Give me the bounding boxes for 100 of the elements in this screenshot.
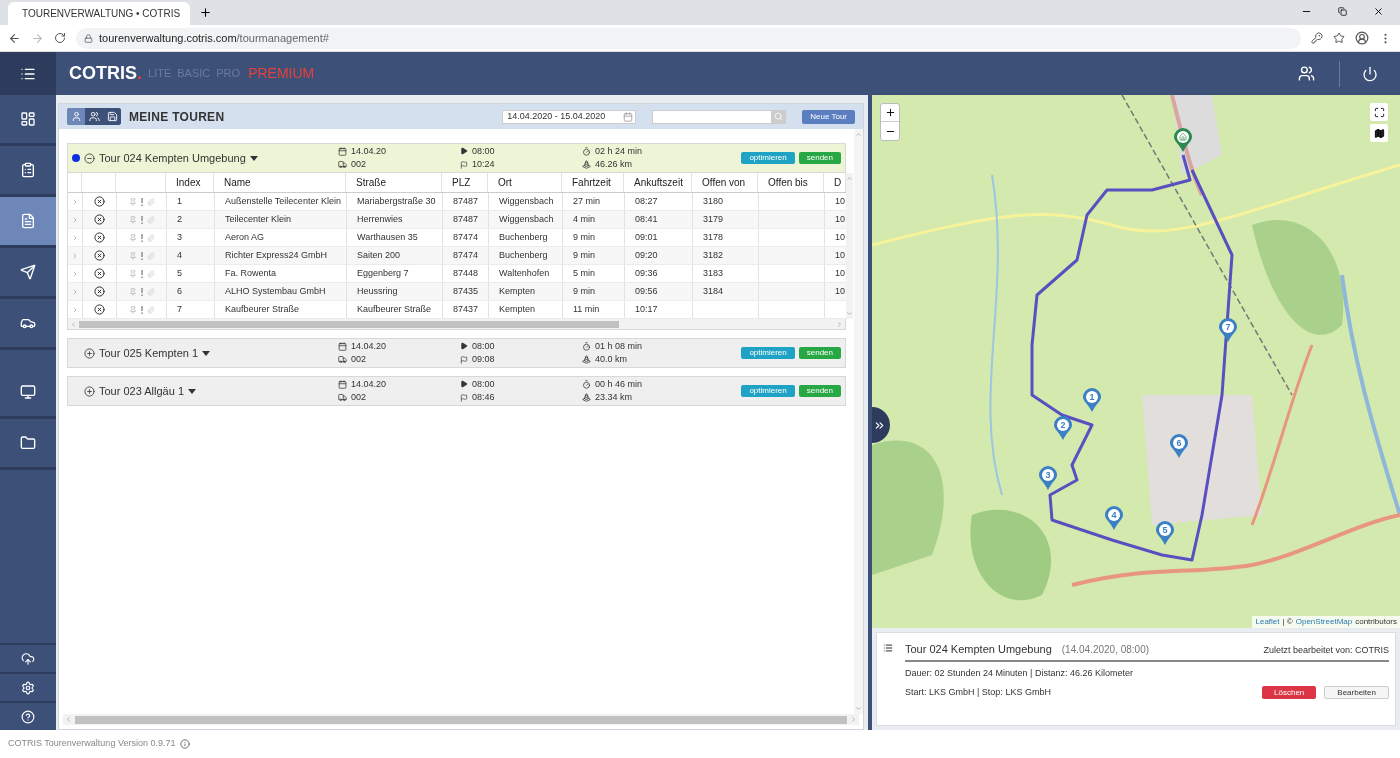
stop-marker[interactable]: 4 (1105, 506, 1123, 530)
tour-header[interactable]: Tour 023 Allgäu 1 14.04.20 002 08:00 08:46 00 h 46 min 23.34 km optimieren senden (67, 376, 846, 406)
tour-header[interactable]: Tour 025 Kempten 1 14.04.20 002 08:00 09:08 01 h 08 min 40.0 km optimieren senden (67, 338, 846, 368)
pin-icon[interactable] (128, 233, 137, 242)
map-layers-button[interactable] (1370, 124, 1388, 142)
close-icon[interactable] (1373, 6, 1384, 17)
scroll-down-icon[interactable] (855, 705, 862, 712)
scroll-right-icon[interactable] (836, 320, 843, 328)
stop-marker[interactable]: 5 (1156, 521, 1174, 545)
column-header[interactable]: Fahrtzeit (572, 175, 611, 190)
table-cell-text: Aeron AG (225, 230, 265, 244)
scroll-down-icon[interactable] (846, 310, 853, 317)
column-header[interactable]: Offen bis (768, 175, 808, 190)
remove-icon[interactable] (94, 286, 105, 297)
users-icon[interactable] (1298, 65, 1315, 82)
scroll-up-icon[interactable] (855, 131, 862, 138)
collapse-icon[interactable] (84, 152, 95, 164)
column-header[interactable]: D (834, 175, 842, 190)
back-icon[interactable] (8, 31, 21, 45)
scroll-left-icon[interactable] (70, 320, 77, 328)
sidebar-item[interactable] (0, 197, 56, 248)
osm-link[interactable]: OpenStreetMap (1295, 616, 1353, 628)
remove-icon[interactable] (94, 196, 105, 207)
exclamation-icon[interactable] (140, 197, 143, 206)
expand-icon[interactable] (84, 385, 95, 397)
expand-icon[interactable] (84, 347, 95, 359)
stops-text: Start: LKS GmbH | Stop: LKS GmbH (905, 686, 1052, 699)
tour-header[interactable]: Tour 024 Kempten Umgebung 14.04.20 002 08:00 10:24 02 h 24 min 46.26 km optimieren senden (67, 143, 846, 173)
stop-marker[interactable]: 6 (1170, 434, 1188, 458)
calendar-icon[interactable] (623, 111, 634, 122)
column-header[interactable]: PLZ (452, 175, 471, 190)
start-time: 08:00 (472, 377, 495, 391)
remove-icon[interactable] (94, 214, 105, 225)
column-header[interactable]: Straße (356, 175, 386, 190)
stop-marker[interactable]: 1 (1083, 388, 1101, 412)
stop-marker[interactable]: 3 (1039, 466, 1057, 490)
bookmark-icon[interactable] (1333, 32, 1345, 44)
scroll-right-icon[interactable] (850, 716, 857, 723)
stop-marker[interactable]: 2 (1054, 416, 1072, 440)
new-tour-button[interactable]: Neue Tour (802, 109, 855, 124)
exclamation-icon[interactable] (140, 215, 143, 224)
table-cell-text: 10 (835, 248, 845, 262)
map[interactable]: 1 2 3 4 5 6 7 Leaflet | © OpenStreetMap contributors (872, 95, 1400, 628)
remove-icon[interactable] (94, 268, 105, 279)
column-header[interactable]: Ankuftszeit (634, 175, 683, 190)
info-icon[interactable] (180, 739, 191, 749)
pin-icon[interactable] (128, 215, 137, 224)
fullscreen-button[interactable] (1370, 103, 1388, 121)
forward-icon[interactable] (31, 31, 44, 45)
column-header[interactable]: Offen von (702, 175, 746, 190)
start-time: 08:00 (472, 339, 495, 353)
exclamation-icon[interactable] (140, 233, 143, 242)
restore-icon[interactable] (1338, 7, 1347, 16)
exclamation-icon[interactable] (140, 269, 143, 278)
remove-icon[interactable] (94, 232, 105, 243)
browser-tab[interactable]: TOURENVERWALTUNG • COTRIS (8, 2, 190, 25)
table-cell-text: 10 (835, 212, 845, 226)
tour-name: Tour 025 Kempten 1 (99, 345, 199, 361)
search-button[interactable] (771, 110, 786, 123)
dashboard-icon (20, 111, 36, 127)
address-bar[interactable]: tourenverwaltung.cotris.com/tourmanagement# (76, 27, 1301, 49)
power-icon[interactable] (1362, 65, 1378, 82)
exclamation-icon[interactable] (140, 305, 143, 314)
key-icon[interactable] (1311, 32, 1323, 44)
reload-icon[interactable] (54, 32, 66, 44)
date-range-field[interactable]: 14.04.2020 - 15.04.2020 (502, 109, 637, 124)
vertical-scrollbar[interactable] (854, 129, 863, 714)
leaflet-link[interactable]: Leaflet (1255, 616, 1280, 628)
pin-icon[interactable] (128, 251, 137, 260)
stop-marker[interactable]: 7 (1219, 318, 1237, 342)
scroll-left-icon[interactable] (65, 716, 72, 723)
play-icon (460, 380, 468, 389)
info-date: (14.04.2020, 08:00) (1061, 643, 1150, 657)
pin-icon[interactable] (128, 197, 137, 206)
home-marker[interactable] (1174, 128, 1192, 152)
pin-icon[interactable] (128, 269, 137, 278)
horizontal-scrollbar[interactable] (63, 714, 859, 725)
search-field[interactable] (652, 109, 787, 124)
calendar-icon (338, 341, 347, 351)
remove-icon[interactable] (94, 304, 105, 315)
panel-title: MEINE TOUREN (129, 108, 225, 126)
delete-button[interactable]: Löschen (1262, 686, 1317, 700)
profile-icon[interactable] (1355, 31, 1369, 45)
view-toggle[interactable] (67, 108, 85, 125)
column-header[interactable]: Name (224, 175, 251, 190)
pin-icon[interactable] (128, 305, 137, 314)
exclamation-icon[interactable] (140, 251, 143, 260)
new-tab-icon[interactable] (199, 6, 212, 19)
exclamation-icon[interactable] (140, 287, 143, 296)
truck-icon (338, 393, 347, 403)
tour-date: 14.04.20 (351, 144, 387, 158)
pin-icon[interactable] (128, 287, 137, 296)
table-cell-text: 9 min (573, 248, 595, 262)
edit-button[interactable]: Bearbeiten (1324, 686, 1389, 700)
vertical-scrollbar[interactable] (846, 173, 853, 319)
column-header[interactable]: Ort (498, 175, 512, 190)
column-header[interactable]: Index (176, 175, 201, 190)
scroll-up-icon[interactable] (846, 175, 853, 182)
horizontal-scrollbar[interactable] (68, 319, 845, 329)
remove-icon[interactable] (94, 250, 105, 261)
